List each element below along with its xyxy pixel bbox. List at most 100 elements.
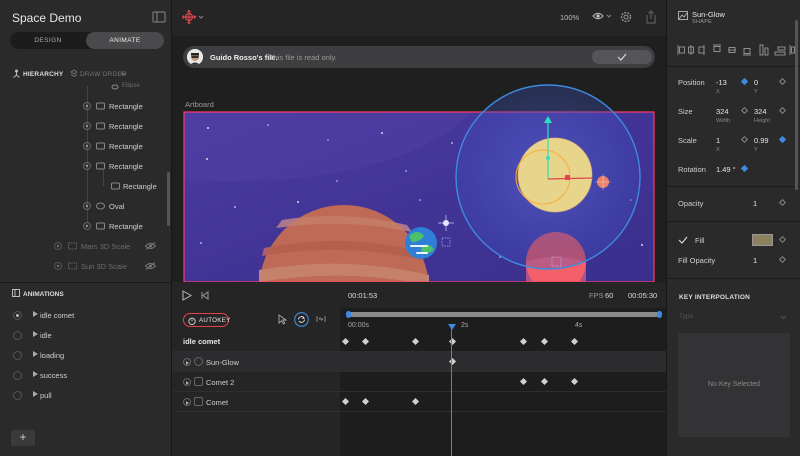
tree-item-rectangle[interactable]: Rectangle — [0, 156, 168, 176]
hierarchy-scrollbar[interactable] — [167, 172, 170, 226]
playhead-handle[interactable] — [448, 324, 456, 330]
keyframe-button[interactable] — [740, 106, 749, 115]
collapse-panel-icon[interactable] — [152, 10, 166, 24]
tree-item-oval[interactable]: Oval — [0, 196, 168, 216]
expand-track-icon[interactable] — [183, 398, 191, 406]
chevron-down-icon[interactable] — [780, 315, 787, 320]
keyframe-button[interactable] — [778, 198, 787, 207]
position-y-field[interactable]: 0 — [754, 78, 758, 87]
shape-icon — [194, 357, 203, 366]
keyframe-button[interactable] — [740, 77, 749, 86]
scale-y-field[interactable]: 0.99 — [754, 136, 769, 145]
scale-x-field[interactable]: 1 — [716, 136, 720, 145]
chevron-down-icon[interactable] — [120, 71, 127, 77]
current-time[interactable]: 00:01:53 — [348, 291, 377, 300]
range-end-handle[interactable] — [657, 311, 662, 318]
fill-opacity-field[interactable]: 1 — [753, 256, 757, 265]
tree-item-rectangle[interactable]: Rectangle — [0, 116, 168, 136]
opacity-label: Opacity — [678, 199, 704, 208]
tree-item-rectangle[interactable]: Rectangle — [0, 216, 168, 236]
tab-animate[interactable]: ANIMATE — [86, 32, 164, 49]
collapse-icon[interactable] — [54, 262, 62, 270]
tree-item-label: Rectangle — [109, 102, 143, 111]
collapse-icon[interactable] — [83, 162, 91, 170]
fill-color-swatch[interactable] — [752, 234, 773, 246]
export-icon[interactable] — [645, 10, 657, 24]
expand-icon[interactable] — [83, 202, 91, 210]
expand-track-icon[interactable] — [183, 378, 191, 386]
keyframe-button[interactable] — [740, 164, 749, 173]
ping-pong-icon[interactable] — [316, 315, 326, 323]
radio[interactable] — [13, 371, 22, 380]
expand-icon[interactable] — [83, 122, 91, 130]
shape-icon — [678, 11, 688, 20]
stage-canvas[interactable] — [172, 70, 666, 282]
tree-item-sun-3d-scale[interactable]: Sun 3D Scale — [0, 256, 168, 276]
sun-glow-shape[interactable] — [455, 84, 641, 270]
rotation-field[interactable]: 1.49 ° — [716, 165, 736, 174]
position-x-field[interactable]: -13 — [716, 78, 727, 87]
animation-item-success[interactable]: success — [0, 365, 171, 385]
range-start-handle[interactable] — [346, 311, 351, 318]
keyframe-button[interactable] — [740, 135, 749, 144]
tab-design[interactable]: DESIGN — [10, 32, 86, 49]
divider — [667, 66, 800, 67]
hidden-eye-icon[interactable] — [145, 242, 156, 250]
size-height-field[interactable]: 324 — [754, 107, 767, 116]
rectangle-icon — [96, 142, 105, 150]
skip-to-start-icon[interactable] — [201, 291, 209, 300]
rectangle-icon — [96, 122, 105, 130]
fill-checkbox-icon[interactable] — [678, 236, 688, 244]
keyframe-button[interactable] — [778, 135, 787, 144]
keyframe-button[interactable] — [778, 235, 787, 244]
position-x-sub: X — [716, 89, 720, 95]
expand-icon[interactable] — [54, 242, 62, 250]
expand-icon[interactable] — [83, 142, 91, 150]
opacity-field[interactable]: 1 — [753, 199, 757, 208]
timeline-range-bar[interactable] — [346, 311, 662, 318]
tree-item-rectangle[interactable]: Rectangle — [0, 96, 168, 116]
playhead[interactable] — [451, 324, 452, 456]
add-animation-button[interactable]: + — [11, 430, 35, 446]
animation-item-idle-comet[interactable]: idle comet — [0, 305, 171, 325]
track-comet-2[interactable]: Comet 2 — [172, 371, 666, 391]
transform-tool-icon[interactable] — [182, 10, 204, 24]
expand-track-icon[interactable] — [183, 358, 191, 366]
radio[interactable] — [13, 351, 22, 360]
total-duration[interactable]: 00:05:30 — [628, 291, 657, 300]
play-icon[interactable] — [182, 290, 192, 301]
keyframe-button[interactable] — [778, 106, 787, 115]
read-only-note: This file is read only. — [269, 53, 337, 62]
alignment-toolbar[interactable] — [677, 44, 795, 56]
inspector-scrollbar[interactable] — [795, 20, 798, 190]
radio[interactable] — [13, 331, 22, 340]
hierarchy-tab[interactable]: HIERARCHY — [23, 71, 63, 78]
keyframe-button[interactable] — [778, 77, 787, 86]
loop-icon[interactable] — [294, 312, 309, 327]
radio-selected[interactable] — [13, 311, 22, 320]
play-icon — [33, 331, 38, 337]
zoom-level[interactable]: 100% — [560, 13, 579, 22]
tree-item-rectangle[interactable]: Rectangle — [0, 176, 168, 196]
size-width-field[interactable]: 324 — [716, 107, 729, 116]
animation-item-idle[interactable]: idle — [0, 325, 171, 345]
animations-icon — [12, 289, 20, 297]
visibility-icon[interactable] — [592, 11, 612, 21]
expand-icon[interactable] — [83, 102, 91, 110]
tree-item-mars-3d-scale[interactable]: Mars 3D Scale — [0, 236, 168, 256]
pointer-icon[interactable] — [278, 314, 287, 325]
animation-item-loading[interactable]: loading — [0, 345, 171, 365]
hidden-eye-icon[interactable] — [145, 262, 156, 270]
dismiss-banner-button[interactable] — [592, 50, 652, 64]
tree-item-rectangle[interactable]: Rectangle — [0, 136, 168, 156]
settings-gear-icon[interactable] — [619, 10, 633, 24]
animation-item-pull[interactable]: pull — [0, 385, 171, 405]
earth-planet[interactable] — [405, 227, 437, 259]
track-sun-glow[interactable]: Sun-Glow — [172, 351, 666, 371]
expand-icon[interactable] — [83, 222, 91, 230]
radio[interactable] — [13, 391, 22, 400]
keyframe-button[interactable] — [778, 255, 787, 264]
autokey-button[interactable]: AUTOKEY — [183, 313, 230, 327]
tree-item-label: Rectangle — [109, 222, 143, 231]
fps-value[interactable]: 60 — [605, 291, 613, 300]
